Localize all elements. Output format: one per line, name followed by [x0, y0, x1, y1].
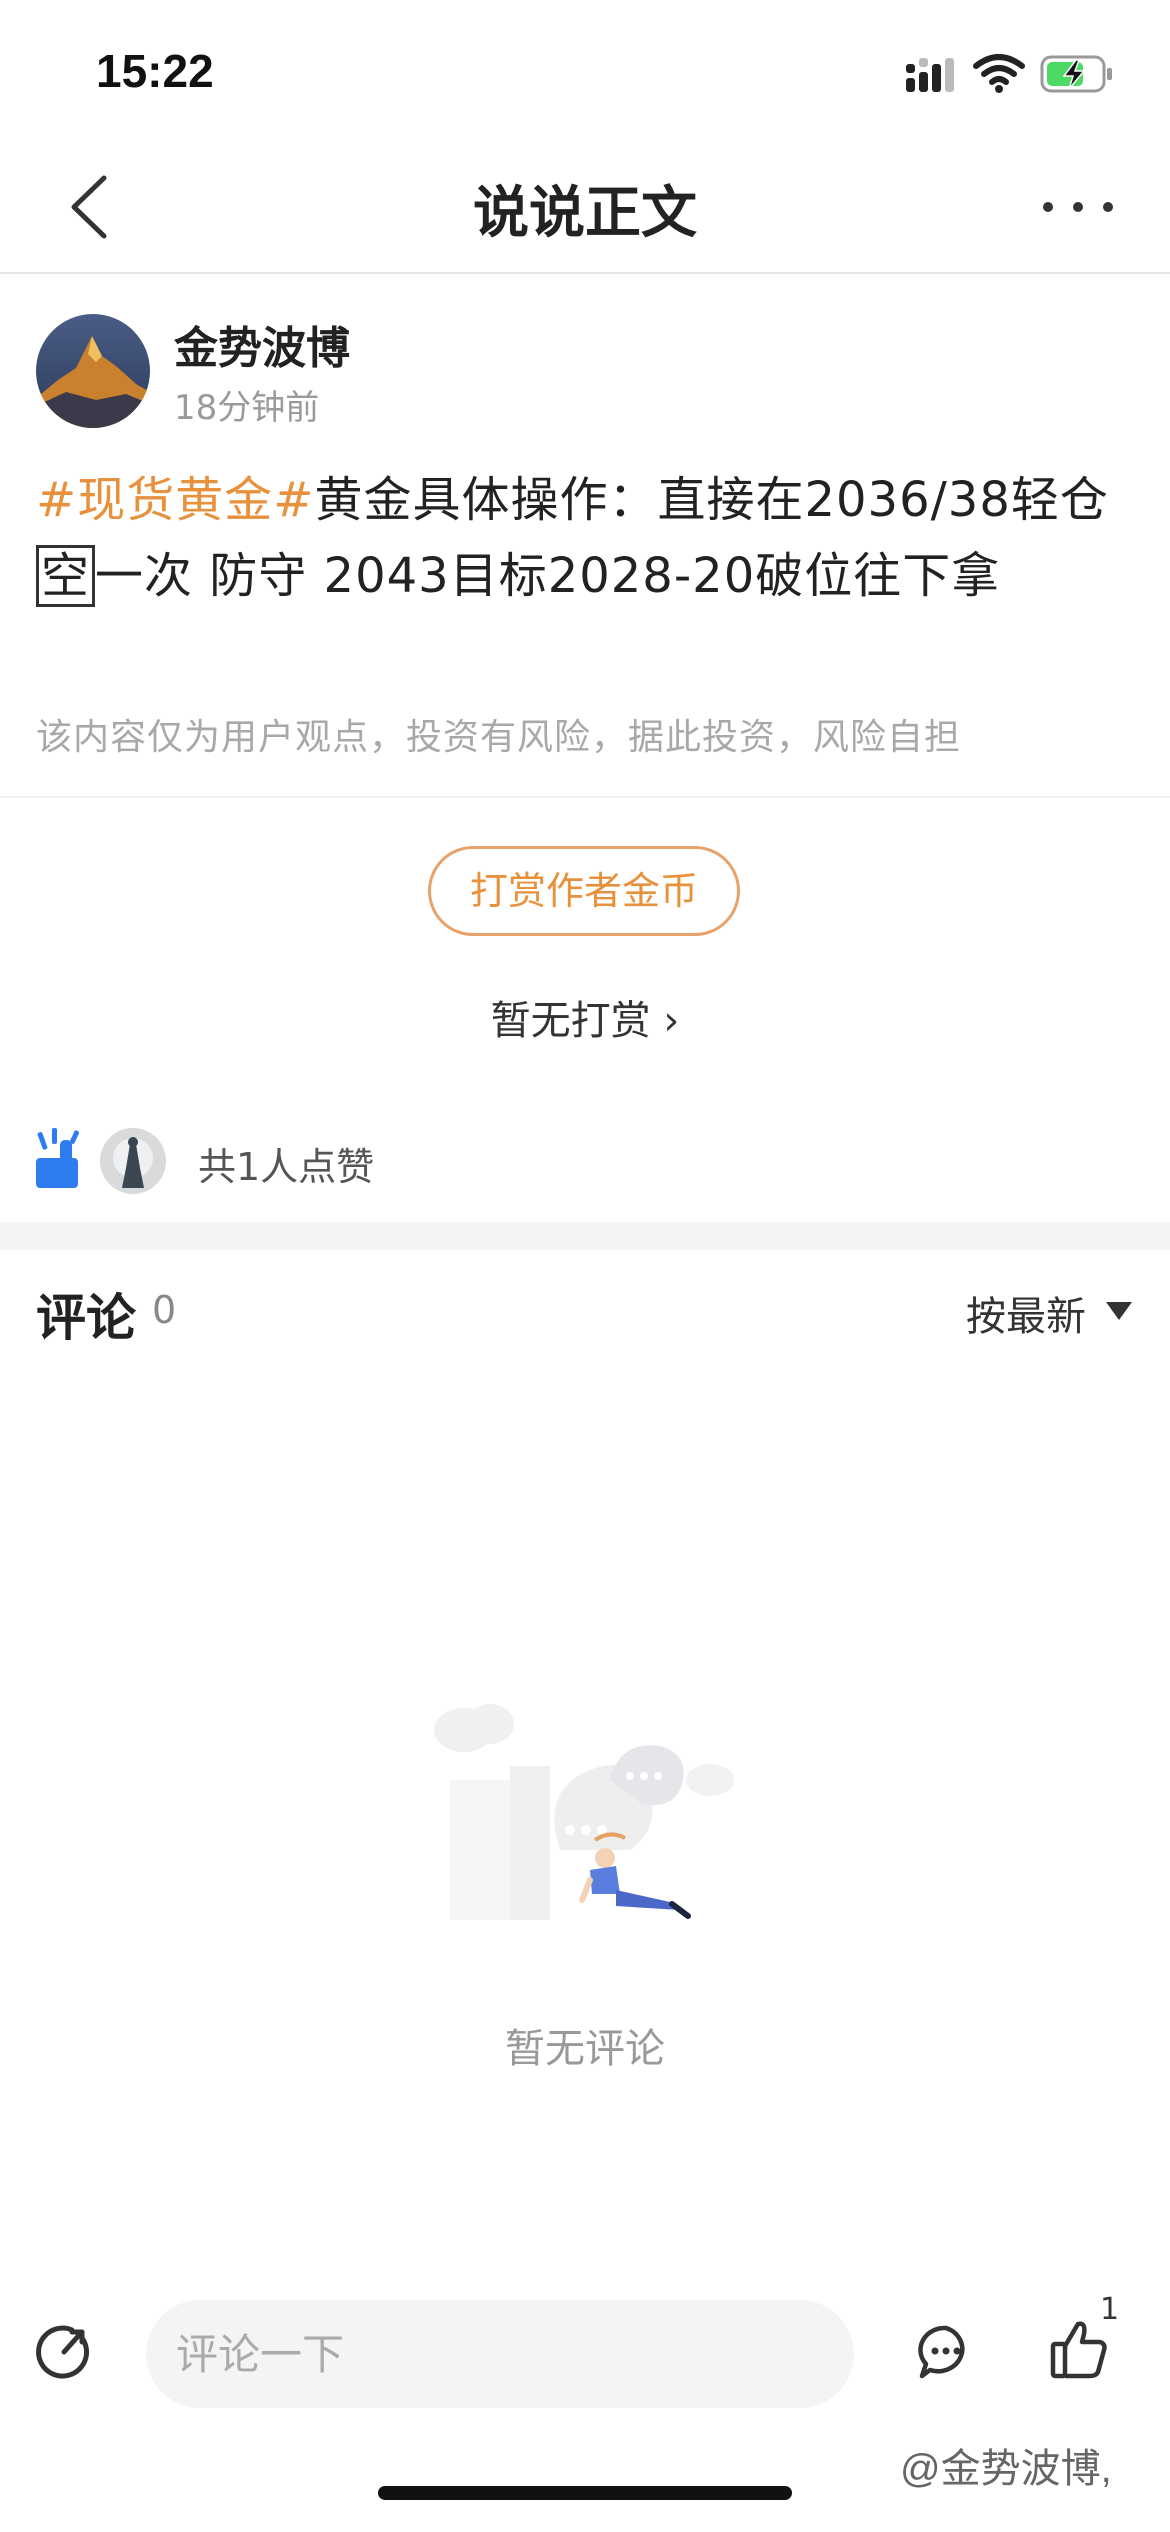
liker-avatar-image [100, 1128, 166, 1194]
author-avatar[interactable] [36, 314, 150, 428]
risk-disclaimer: 该内容仅为用户观点，投资有风险，据此投资，风险自担 [36, 717, 962, 758]
status-bar: 15:22 [0, 0, 1170, 140]
thumbs-up-icon[interactable] [1050, 2318, 1108, 2380]
status-time: 15:22 [96, 45, 214, 97]
comments-title: 评论 [36, 1289, 136, 1347]
like-summary[interactable]: 共1人点赞 [198, 1136, 374, 1191]
wifi-icon [973, 54, 1025, 93]
page-title: 说说正文 [473, 181, 697, 246]
battery-icon [1040, 55, 1112, 93]
post-text-part2: 一次 防守 2043目标2028-20破位往下拿 [95, 548, 1001, 604]
mountain-avatar-image [36, 314, 150, 428]
section-divider [0, 1222, 1170, 1250]
cellular-signal-icon [906, 58, 954, 92]
reward-author-button[interactable]: 打赏作者金币 [428, 846, 740, 936]
sort-dropdown[interactable]: 按最新 [966, 1284, 1086, 1342]
more-options-icon[interactable] [1036, 180, 1120, 234]
caret-down-icon[interactable] [1106, 1302, 1132, 1320]
like-hand-icon [36, 1128, 80, 1188]
reward-status-link[interactable]: 暂无打赏 › [0, 988, 1170, 1046]
watermark-text: @金势波博, [900, 2447, 1112, 2491]
post-text-part1: 黄金具体操作：直接在2036/38轻仓 [314, 472, 1109, 528]
post-body: #现货黄金#黄金具体操作：直接在2036/38轻仓空 一次 防守 2043目标20… [36, 462, 1136, 614]
divider [0, 796, 1170, 798]
post-text-boxed-char: 空 [36, 545, 96, 607]
share-compass-icon[interactable] [34, 2322, 94, 2382]
post-time: 18分钟前 [174, 388, 320, 428]
like-count-badge: 1 [1100, 2292, 1120, 2327]
empty-comments-text: 暂无评论 [505, 2026, 665, 2072]
nav-bar: 说说正文 [0, 140, 1170, 274]
comment-input[interactable] [146, 2300, 854, 2408]
comment-bubble-icon[interactable] [916, 2322, 976, 2382]
author-name[interactable]: 金势波博 [174, 312, 350, 376]
home-indicator [378, 2486, 792, 2500]
empty-comments-illustration [434, 1704, 734, 1920]
comments-count: 0 [152, 1288, 177, 1332]
topic-tag[interactable]: #现货黄金# [36, 472, 314, 528]
liker-avatar[interactable] [100, 1128, 166, 1194]
